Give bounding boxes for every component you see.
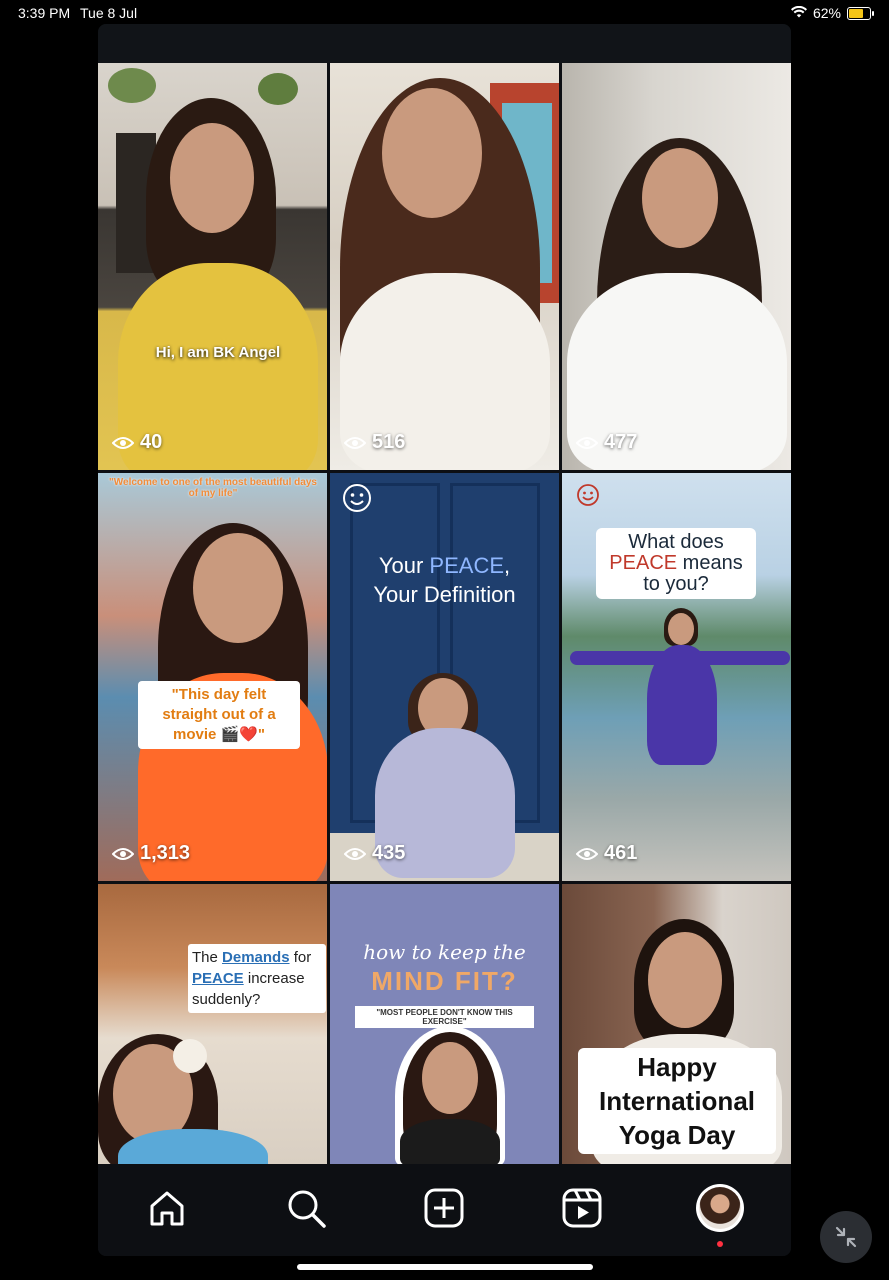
view-count: 461 — [576, 842, 637, 865]
reels-button[interactable] — [560, 1186, 604, 1230]
battery-icon — [847, 6, 874, 20]
search-icon — [288, 1190, 326, 1228]
eye-icon — [576, 847, 598, 861]
tile-caption-line1: how to keep the — [363, 940, 526, 964]
status-right: 62% — [790, 5, 874, 21]
minimize-button[interactable] — [820, 1211, 872, 1263]
eye-icon — [112, 847, 134, 861]
post-tile-3[interactable]: 477 — [562, 63, 791, 470]
black-top — [400, 1119, 500, 1164]
view-count: 1,313 — [112, 842, 190, 865]
face — [648, 932, 722, 1028]
post-tile-1[interactable]: Hi, I am BK Angel 40 — [98, 63, 327, 470]
tile-caption: Hi, I am BK Angel — [155, 344, 281, 361]
status-date: Tue 8 Jul — [80, 5, 138, 21]
caption-part: The — [192, 949, 223, 966]
caption-part: suddenly? — [192, 991, 261, 1008]
face — [193, 533, 283, 643]
tile-caption-line3: "MOST PEOPLE DON'T KNOW THIS EXERCISE" — [355, 1006, 534, 1028]
eye-icon — [112, 436, 134, 450]
caption-part: increase — [243, 970, 305, 987]
view-count-value: 435 — [372, 842, 406, 864]
status-time: 3:39 PM — [18, 5, 71, 21]
profile-avatar — [699, 1187, 741, 1229]
create-button[interactable] — [422, 1186, 466, 1230]
create-icon — [424, 1188, 464, 1228]
tile-caption: Happy International Yoga Day — [578, 1048, 776, 1154]
smiley-icon — [576, 483, 600, 507]
caption-part: Your — [378, 553, 430, 578]
view-count-value: 461 — [604, 842, 638, 864]
home-indicator[interactable] — [297, 1264, 593, 1270]
eye-icon — [344, 847, 366, 861]
post-tile-7[interactable]: The Demands for PEACE increase suddenly? — [98, 884, 327, 1164]
status-bar: 3:39 PM Tue 8 Jul 62% — [0, 0, 889, 26]
view-count-value: 477 — [604, 431, 638, 453]
profile-button[interactable] — [696, 1184, 744, 1232]
post-tile-5[interactable]: Your PEACE, Your Definition 435 — [330, 473, 559, 881]
caption-peace: PEACE — [192, 970, 244, 987]
face — [382, 88, 482, 218]
caption-peace: PEACE — [609, 552, 678, 574]
caption-part: International — [598, 1086, 755, 1116]
face — [170, 123, 254, 233]
caption-part: for — [289, 949, 312, 966]
caption-part: Happy — [637, 1052, 717, 1082]
caption-part: Your Definition — [373, 582, 516, 607]
view-count-value: 1,313 — [140, 842, 191, 864]
plant-left — [108, 68, 156, 103]
caption-peace: PEACE — [429, 553, 505, 578]
eye-icon — [576, 436, 598, 450]
view-count-value: 40 — [140, 431, 163, 453]
view-count: 516 — [344, 431, 405, 454]
face — [642, 148, 718, 248]
top-bar — [98, 24, 791, 63]
home-icon — [150, 1191, 184, 1226]
minimize-icon — [835, 1226, 857, 1248]
face — [668, 613, 694, 645]
post-tile-4[interactable]: "Welcome to one of the most beautiful da… — [98, 473, 327, 881]
view-count: 40 — [112, 431, 162, 454]
instagram-app: Hi, I am BK Angel 40 516 477 "Welcome to… — [98, 24, 791, 1256]
caption-part: What does — [628, 531, 724, 553]
face — [422, 1042, 478, 1114]
post-tile-2[interactable]: 516 — [330, 63, 559, 470]
search-button[interactable] — [284, 1186, 328, 1230]
tile-caption: "This day felt straight out of a movie 🎬… — [138, 681, 300, 749]
caption-part: , — [504, 553, 511, 578]
home-button[interactable] — [145, 1186, 189, 1230]
post-tile-8[interactable]: how to keep the MIND FIT? "MOST PEOPLE D… — [330, 884, 559, 1164]
eye-icon — [344, 436, 366, 450]
battery-percent: 62% — [812, 5, 841, 21]
post-tile-9[interactable]: Happy International Yoga Day — [562, 884, 791, 1164]
bottom-nav — [98, 1164, 791, 1256]
view-count: 477 — [576, 431, 637, 454]
purple-dress — [647, 645, 717, 765]
wifi-icon — [790, 5, 807, 21]
tile-caption: What does PEACE means to you? — [596, 528, 756, 599]
view-count-value: 516 — [372, 431, 406, 453]
flower — [173, 1039, 207, 1073]
view-count: 435 — [344, 842, 405, 865]
post-tile-6[interactable]: What does PEACE means to you? 461 — [562, 473, 791, 881]
reels-icon — [562, 1188, 602, 1228]
caption-part: Yoga Day — [618, 1120, 736, 1150]
plant-right — [258, 73, 298, 105]
tile-caption: The Demands for PEACE increase suddenly? — [188, 944, 326, 1013]
tile-caption: Your PEACE, Your Definition — [340, 551, 549, 609]
posts-grid: Hi, I am BK Angel 40 516 477 "Welcome to… — [98, 63, 791, 1164]
caption-demands: Demands — [222, 949, 290, 966]
caption-part: to you? — [643, 573, 709, 595]
smiley-icon — [342, 483, 372, 513]
tile-caption-line2: MIND FIT? — [371, 966, 518, 996]
tile-caption-top: "Welcome to one of the most beautiful da… — [109, 477, 317, 499]
caption-part: means — [677, 552, 743, 574]
notification-dot — [717, 1241, 723, 1247]
